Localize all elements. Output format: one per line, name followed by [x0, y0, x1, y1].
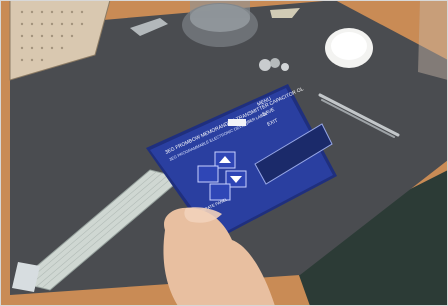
image-frame — [0, 0, 448, 306]
photo-scene: 3EG FROMBOW MEMORANDUM TRANSMITTER CAPAC… — [0, 0, 448, 306]
